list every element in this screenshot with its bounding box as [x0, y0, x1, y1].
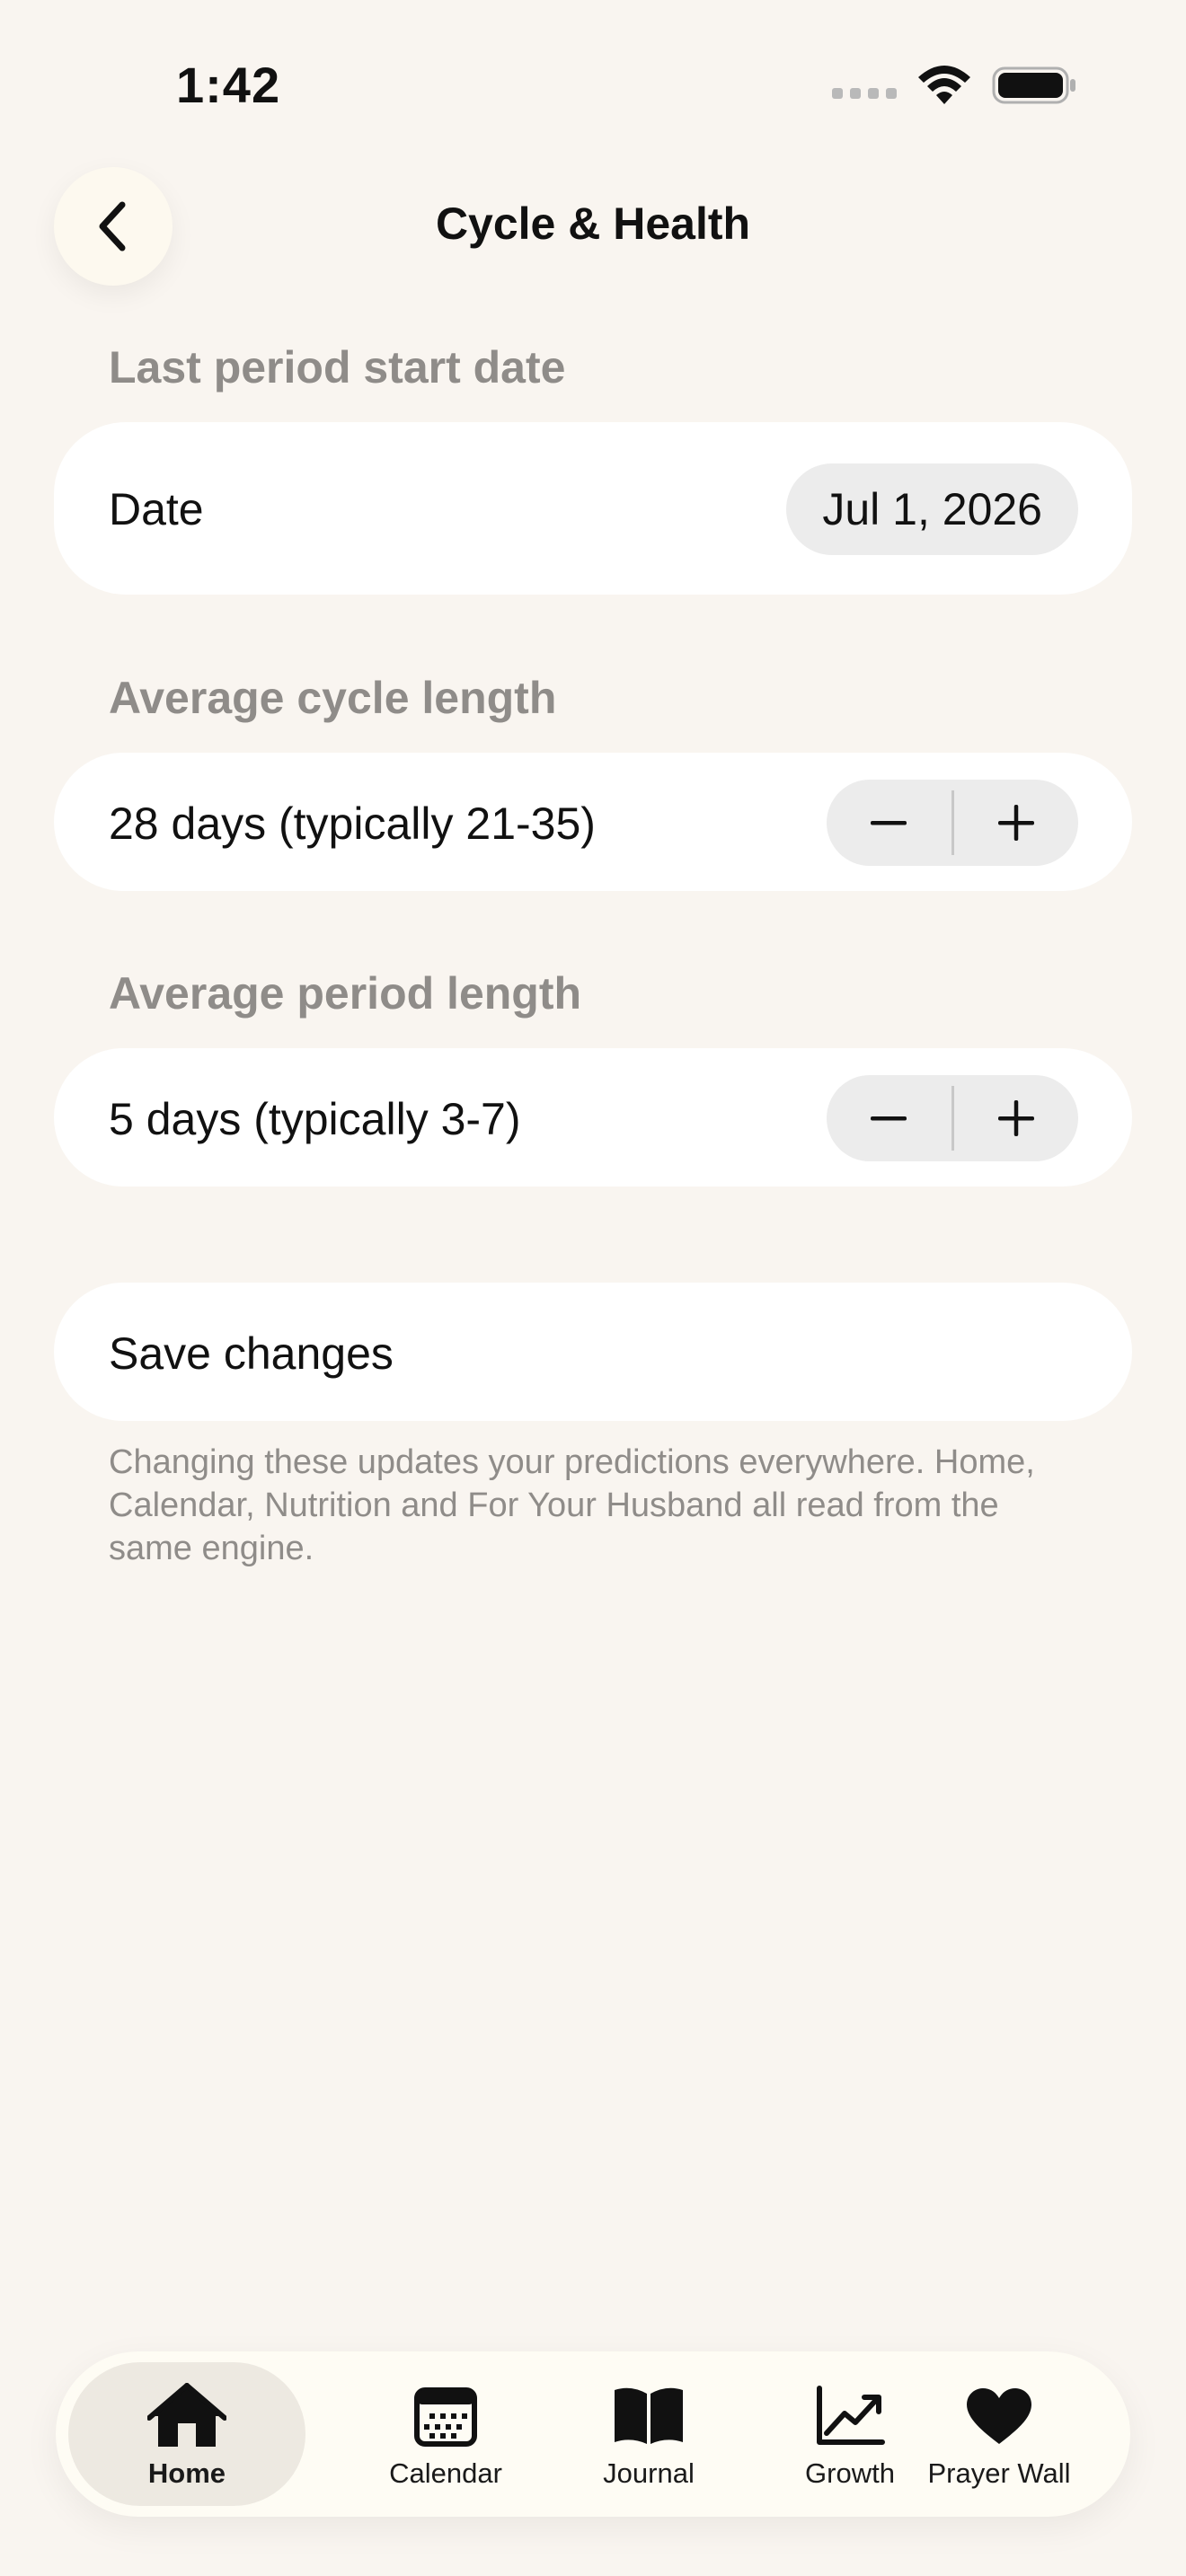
- period-length-decrement-button[interactable]: [827, 1075, 951, 1161]
- cycle-length-card: 28 days (typically 21-35): [54, 753, 1132, 891]
- heart-icon: [967, 2388, 1031, 2444]
- tab-label: Journal: [603, 2457, 695, 2489]
- cycle-length-decrement-button[interactable]: [827, 780, 951, 866]
- period-length-value: 5 days (typically 3-7): [109, 1094, 521, 1144]
- status-icons: [832, 65, 1078, 106]
- date-field-label: Date: [109, 484, 204, 534]
- tab-bar: Home Calendar Journal Growth Prayer Wall: [56, 2351, 1130, 2517]
- cycle-length-increment-button[interactable]: [954, 780, 1079, 866]
- last-period-card: Date Jul 1, 2026: [54, 422, 1132, 595]
- book-icon: [615, 2387, 683, 2444]
- period-length-increment-button[interactable]: [954, 1075, 1079, 1161]
- status-time: 1:42: [176, 57, 281, 113]
- navigation-header: Cycle & Health: [0, 167, 1186, 286]
- period-length-section-label: Average period length: [109, 968, 582, 1019]
- helper-text: Changing these updates your predictions …: [109, 1443, 1035, 1567]
- period-length-stepper: [827, 1075, 1078, 1161]
- cellular-signal-icon: [832, 88, 897, 99]
- calendar-icon: [414, 2387, 477, 2447]
- tab-label: Growth: [805, 2457, 895, 2489]
- plus-icon: [997, 805, 1034, 841]
- status-bar: 1:42: [0, 0, 1186, 171]
- tab-calendar[interactable]: Calendar: [327, 2362, 564, 2506]
- tab-prayer-wall[interactable]: Prayer Wall: [881, 2362, 1118, 2506]
- battery-icon: [992, 66, 1075, 104]
- save-changes-label: Save changes: [109, 1328, 394, 1379]
- last-period-section-label: Last period start date: [109, 342, 566, 393]
- tab-label: Prayer Wall: [927, 2457, 1071, 2489]
- page-title: Cycle & Health: [435, 198, 751, 249]
- cycle-length-value: 28 days (typically 21-35): [109, 798, 596, 849]
- tab-home[interactable]: Home: [68, 2362, 305, 2506]
- save-changes-button[interactable]: Save changes: [54, 1283, 1132, 1421]
- wifi-icon: [918, 66, 970, 104]
- period-length-card: 5 days (typically 3-7): [54, 1048, 1132, 1187]
- minus-icon: [871, 1116, 907, 1121]
- home-icon: [147, 2383, 226, 2447]
- cycle-length-section-label: Average cycle length: [109, 673, 557, 723]
- minus-icon: [871, 821, 907, 825]
- chart-line-icon: [817, 2386, 885, 2445]
- plus-icon: [997, 1100, 1034, 1136]
- tab-label: Calendar: [389, 2457, 502, 2489]
- cycle-length-stepper: [827, 780, 1078, 866]
- tab-label: Home: [147, 2457, 226, 2489]
- date-picker-button[interactable]: Jul 1, 2026: [786, 463, 1078, 555]
